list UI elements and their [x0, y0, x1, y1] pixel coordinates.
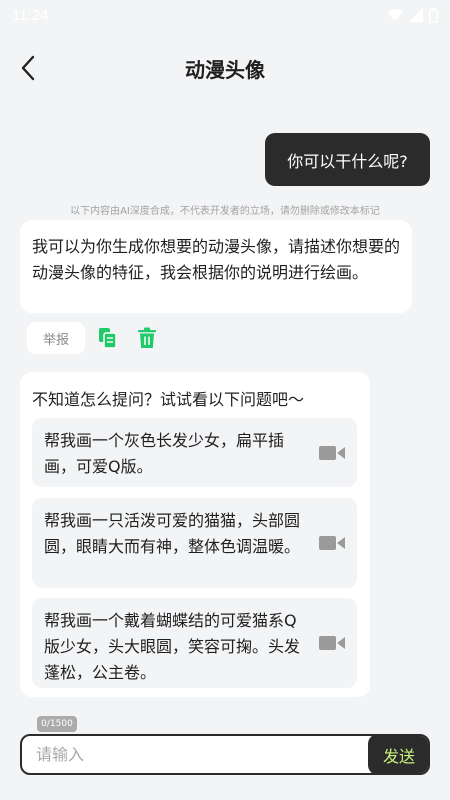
- status-time: 11:24: [12, 6, 49, 24]
- suggestion-text: 帮我画一个戴着蝴蝶结的可爱猫系Q版少女，头大眼圆，笑容可掬。头发蓬松，公主卷。: [44, 611, 301, 682]
- suggestion-title: 不知道怎么提问？试试看以下问题吧～: [32, 390, 305, 409]
- page-title: 动漫头像: [185, 57, 265, 82]
- trash-icon[interactable]: [137, 327, 157, 349]
- suggestion-item[interactable]: 帮我画一个灰色长发少女，扁平插画，可爱Q版。: [32, 418, 357, 487]
- suggestion-text: 帮我画一个灰色长发少女，扁平插画，可爱Q版。: [44, 431, 285, 476]
- copy-icon[interactable]: [98, 327, 118, 349]
- status-bar: 11:24: [0, 0, 450, 30]
- ai-notice: 以下内容由AI深度合成，不代表开发者的立场，请勿删除或修改本标记: [70, 206, 380, 217]
- video-camera-icon: [319, 445, 345, 460]
- back-button[interactable]: [14, 54, 42, 82]
- battery-icon: [429, 7, 438, 23]
- ai-reply-bubble: 我可以为你生成你想要的动漫头像，请描述你想要的动漫头像的特征，我会根据你的说明进…: [20, 220, 412, 313]
- suggestion-item[interactable]: 帮我画一只活泼可爱的猫猫，头部圆圆，眼睛大而有神，整体色调温暖。: [32, 498, 357, 588]
- video-camera-icon: [319, 636, 345, 650]
- composer: 发送: [20, 734, 430, 775]
- suggestion-item[interactable]: 帮我画一个戴着蝴蝶结的可爱猫系Q版少女，头大眼圆，笑容可掬。头发蓬松，公主卷。: [32, 598, 357, 688]
- header: 动漫头像: [0, 40, 450, 96]
- ai-reply-text: 我可以为你生成你想要的动漫头像，请描述你想要的动漫头像的特征，我会根据你的说明进…: [32, 237, 401, 282]
- wifi-icon: [387, 9, 403, 21]
- send-button[interactable]: 发送: [368, 736, 428, 773]
- suggestion-text: 帮我画一只活泼可爱的猫猫，头部圆圆，眼睛大而有神，整体色调温暖。: [44, 511, 301, 556]
- char-counter: 0/1500: [37, 716, 77, 732]
- back-arrow-icon: [21, 55, 35, 81]
- report-button[interactable]: 举报: [27, 322, 85, 354]
- user-message-text: 你可以干什么呢?: [287, 151, 408, 171]
- status-icons: [387, 7, 438, 23]
- suggestion-card: 不知道怎么提问？试试看以下问题吧～ 帮我画一个灰色长发少女，扁平插画，可爱Q版。…: [20, 372, 370, 697]
- video-camera-icon: [319, 536, 345, 550]
- message-input[interactable]: [22, 736, 395, 773]
- user-message-bubble: 你可以干什么呢?: [265, 133, 430, 186]
- signal-icon: [409, 8, 423, 22]
